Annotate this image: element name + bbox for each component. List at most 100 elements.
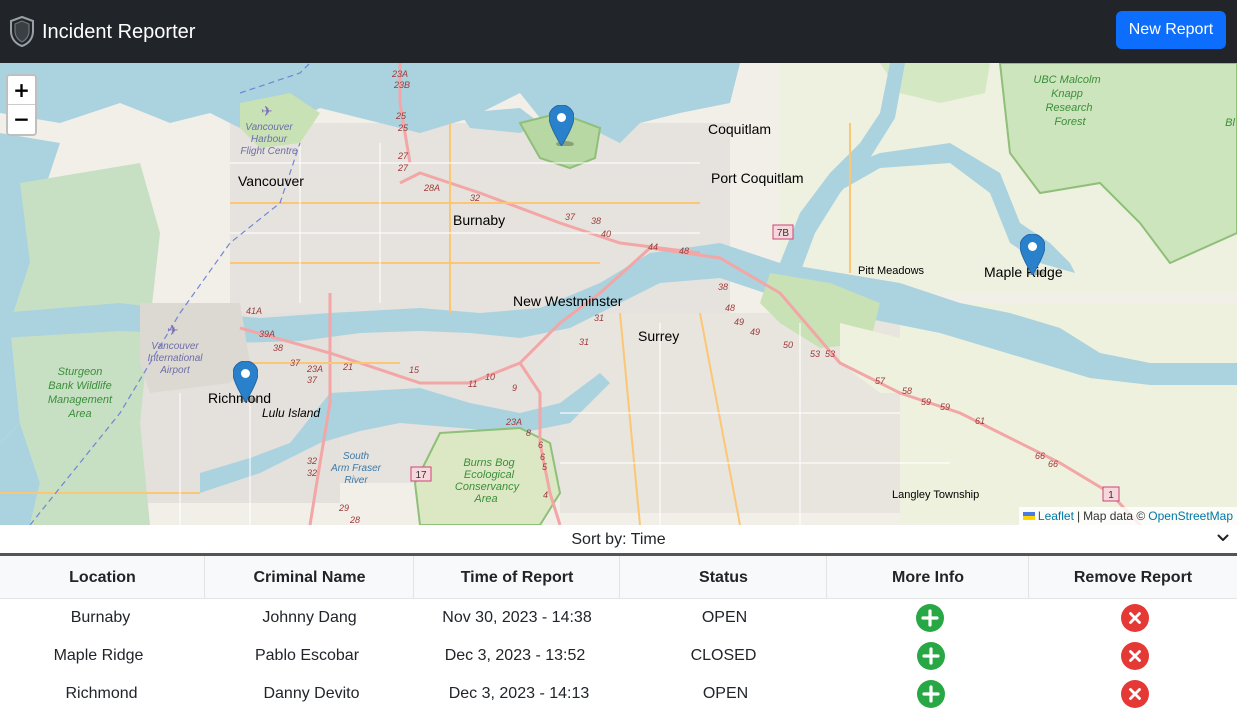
x-circle-icon [1129, 688, 1141, 700]
label-sturgeon-1: Sturgeon [58, 366, 103, 378]
route-number-label: 4 [543, 490, 548, 500]
route-number-label: 28A [423, 183, 440, 193]
route-number-label: 9 [512, 383, 517, 393]
airplane-icon: ✈ [167, 322, 179, 338]
route-number-label: 59 [921, 397, 931, 407]
route-number-label: 32 [307, 456, 317, 466]
new-report-button[interactable]: New Report [1116, 11, 1226, 49]
column-header-time: Time of Report [460, 569, 574, 586]
route-number-label: 57 [875, 376, 886, 386]
route-number-label: 48 [725, 303, 735, 313]
route-number-label: 6 [540, 452, 545, 462]
cell-location: Burnaby [70, 609, 131, 626]
sort-selected-value: Sort by: Time [571, 531, 666, 548]
more-info-button[interactable] [917, 642, 945, 670]
route-number-label: 38 [273, 343, 283, 353]
column-header-location: Location [69, 569, 136, 586]
route-number-label: 23B [393, 80, 410, 90]
label-sturgeon-4: Area [67, 408, 91, 420]
map-marker-icon[interactable] [233, 361, 258, 402]
route-number-label: 66 [1048, 459, 1058, 469]
route-number-label: 31 [594, 313, 604, 323]
route-number-label: 6 [538, 440, 543, 450]
label-port-coquitlam: Port Coquitlam [711, 170, 804, 186]
route-number-label: 61 [975, 416, 985, 426]
plus-circle-icon [922, 685, 940, 703]
brand[interactable]: Incident Reporter [9, 15, 195, 48]
label-airport-2: International [147, 353, 203, 364]
attribution-text: Map data © [1083, 509, 1146, 523]
highway-shield-17: 17 [410, 466, 432, 482]
label-bl: Bl [1225, 117, 1235, 129]
route-number-label: 32 [470, 193, 480, 203]
label-ubc-forest-2: Knapp [1051, 88, 1083, 100]
plus-circle-icon [921, 609, 939, 627]
route-number-label: 44 [648, 242, 658, 252]
cell-location: Maple Ridge [53, 647, 144, 664]
route-number-label: 37 [307, 375, 318, 385]
route-number-label: 38 [591, 216, 601, 226]
route-number-label: 66 [1035, 451, 1045, 461]
label-southarm-2: Arm Fraser [330, 463, 382, 474]
route-number-label: 50 [783, 340, 793, 350]
route-number-label: 27 [397, 163, 409, 173]
more-info-button[interactable] [916, 604, 944, 632]
label-southarm-3: River [344, 475, 368, 486]
more-info-button[interactable] [917, 680, 945, 708]
label-new-westminster: New Westminster [513, 293, 623, 309]
route-number-label: 23A [391, 69, 408, 79]
x-circle-icon [1129, 650, 1141, 662]
remove-report-button[interactable] [1121, 642, 1149, 670]
map-attribution: Leaflet | Map data © OpenStreetMap [1018, 507, 1237, 525]
map[interactable]: 7B 17 1 23A 23B 25 25 27 27 28A 32 37 38 40 44 48 38 4… [0, 63, 1237, 525]
map-marker-icon[interactable] [1020, 234, 1045, 275]
map-tiles[interactable]: 7B 17 1 23A23B2525272728A3237 384044 48384… [0, 63, 1237, 525]
route-number-label: 39A [259, 329, 275, 339]
route-number-label: 29 [338, 503, 349, 513]
label-airport-3: Airport [159, 365, 191, 376]
x-circle-icon [1129, 612, 1141, 624]
label-pitt-meadows: Pitt Meadows [858, 265, 925, 277]
attribution-separator: | [1076, 509, 1081, 523]
label-ubc-forest-4: Forest [1054, 116, 1086, 128]
label-langley-township: Langley Township [892, 489, 979, 501]
route-number-label: 27 [397, 151, 409, 161]
label-ubc-forest-3: Research [1045, 102, 1092, 114]
sort-select[interactable]: Sort by: Time [0, 525, 1237, 556]
hwy-17-label: 17 [415, 470, 427, 481]
cell-time: Dec 3, 2023 - 14:13 [448, 685, 590, 702]
cell-location: Richmond [65, 685, 138, 702]
route-number-label: 40 [601, 229, 611, 239]
zoom-control: + − [6, 74, 37, 136]
label-surrey: Surrey [638, 328, 679, 344]
reports-table: Location Criminal Name Time of Report St… [0, 556, 1237, 713]
route-number-label: 53 [825, 349, 835, 359]
cell-time: Dec 3, 2023 - 13:52 [444, 647, 586, 664]
remove-report-button[interactable] [1121, 604, 1149, 632]
column-header-remove-report: Remove Report [1073, 569, 1193, 586]
label-airport-1: Vancouver [151, 341, 199, 352]
route-number-label: 31 [579, 337, 589, 347]
map-marker-icon[interactable] [549, 105, 574, 146]
zoom-out-button[interactable]: − [8, 105, 35, 134]
label-vancouver: Vancouver [238, 173, 304, 189]
remove-report-button[interactable] [1121, 680, 1149, 708]
cell-status: OPEN [702, 685, 749, 702]
openstreetmap-link[interactable]: OpenStreetMap [1148, 507, 1233, 525]
cell-time: Nov 30, 2023 - 14:38 [442, 609, 592, 626]
ukraine-flag-icon [1022, 512, 1035, 520]
route-number-label: 23A [505, 417, 522, 427]
table-row: Richmond Danny Devito Dec 3, 2023 - 14:1… [0, 675, 1237, 713]
zoom-in-button[interactable]: + [8, 76, 35, 105]
label-burnsbog-1: Burns Bog [463, 457, 515, 469]
hwy-1-label: 1 [1108, 490, 1114, 501]
label-burnaby: Burnaby [453, 212, 505, 228]
column-header-criminal-name: Criminal Name [253, 569, 366, 586]
route-number-label: 49 [750, 327, 760, 337]
label-sturgeon-3: Management [48, 394, 113, 406]
label-burnsbog-2: Ecological [464, 469, 515, 481]
highway-shield-7b: 7B [772, 224, 794, 240]
label-burnsbog-3: Conservancy [455, 481, 521, 493]
leaflet-link[interactable]: Leaflet [1038, 507, 1074, 525]
navbar: Incident Reporter New Report [0, 0, 1237, 63]
